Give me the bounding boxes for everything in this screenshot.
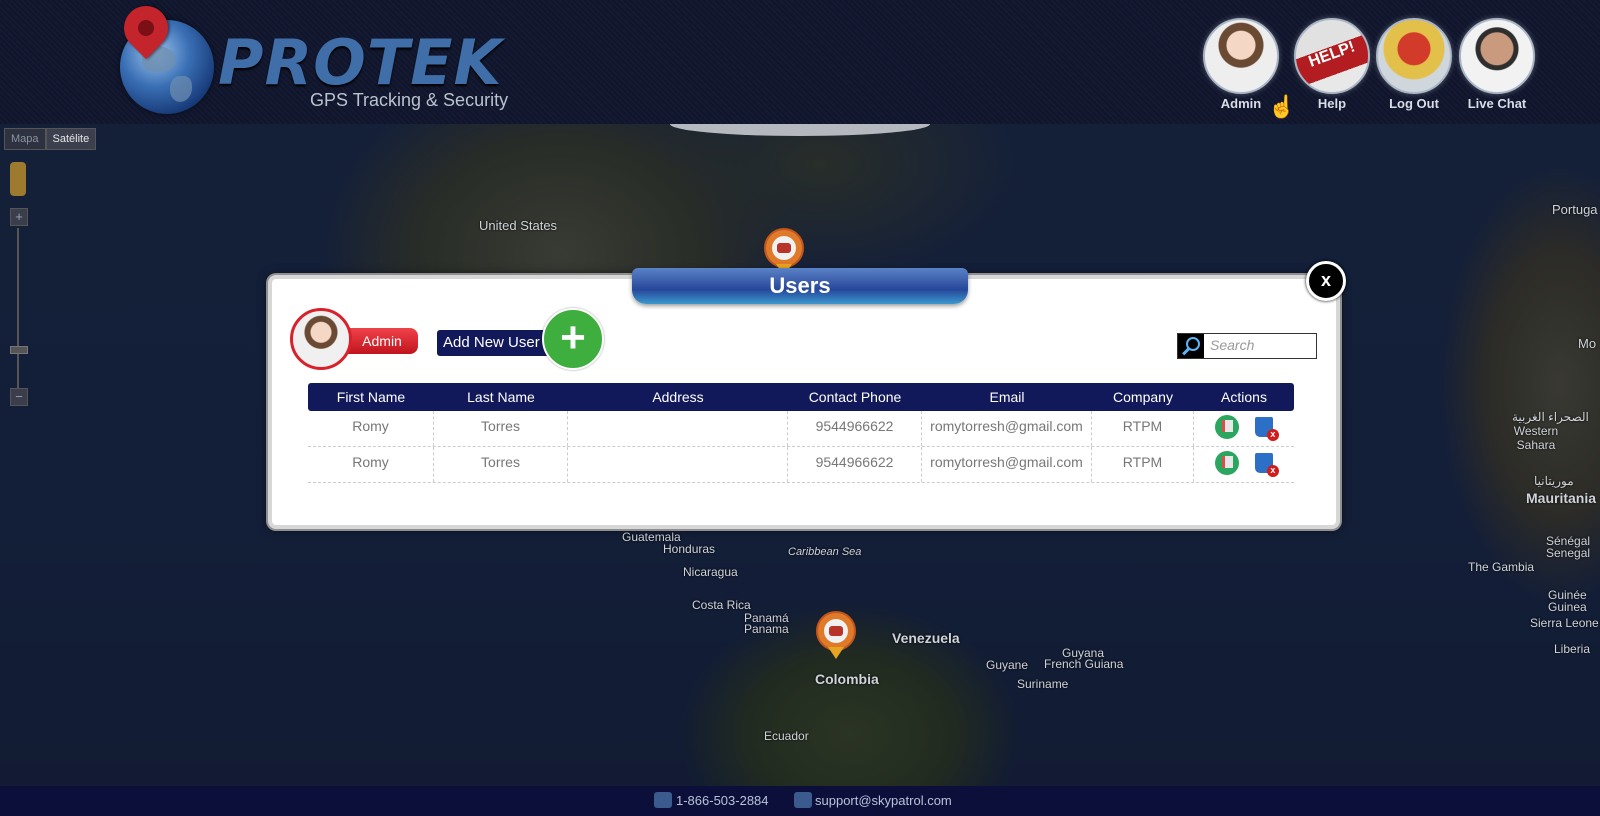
map-label: Mauritania	[1526, 490, 1597, 506]
cell-phone: 9544966622	[788, 411, 922, 446]
table-header: First Name Last Name Address Contact Pho…	[308, 383, 1294, 411]
admin-avatar	[290, 308, 352, 370]
cell-address	[568, 447, 788, 482]
phone-icon	[654, 792, 672, 808]
nav-help[interactable]: HELP! Help	[1294, 18, 1370, 111]
column-header-contact-phone[interactable]: Contact Phone	[788, 383, 922, 411]
map-label: Guyane	[986, 658, 1029, 672]
search-input[interactable]	[1206, 334, 1312, 356]
support-agent-icon[interactable]	[1459, 18, 1535, 94]
cell-phone: 9544966622	[788, 447, 922, 482]
nav-live-chat[interactable]: Live Chat	[1459, 18, 1535, 111]
pegman-icon[interactable]	[10, 162, 26, 196]
column-header-last-name[interactable]: Last Name	[434, 383, 568, 411]
zoom-slider-track[interactable]	[17, 228, 19, 390]
map-label: Caribbean Sea	[788, 546, 862, 558]
mail-icon	[794, 792, 812, 808]
cell-actions	[1194, 411, 1294, 446]
support-phone[interactable]: 1-866-503-2884	[676, 793, 769, 808]
map-label: United States	[479, 218, 558, 233]
nav-help-label: Help	[1317, 96, 1347, 111]
current-role-badge: Admin	[346, 328, 418, 354]
map-label: Liberia	[1554, 642, 1591, 656]
map-label: Western Sahara	[1513, 424, 1559, 452]
modal-title: Users	[632, 268, 968, 304]
column-header-first-name[interactable]: First Name	[308, 383, 434, 411]
map-type-control[interactable]: Mapa Satélite	[4, 128, 97, 150]
map-label: Venezuela	[892, 630, 960, 646]
map-label: Portuga	[1552, 202, 1598, 217]
table-row[interactable]: Romy Torres 9544966622 romytorresh@gmail…	[308, 447, 1294, 483]
cell-last-name: Torres	[434, 411, 568, 446]
search-box[interactable]	[1177, 333, 1317, 359]
map-type-satelite[interactable]: Satélite	[45, 128, 97, 150]
map-label: The Gambia	[1468, 560, 1535, 574]
support-email-link[interactable]: support@skypatrol.com	[815, 793, 952, 808]
brand-tagline: GPS Tracking & Security	[310, 90, 509, 110]
app-header: PROTEK GPS Tracking & Security Admin HEL…	[0, 0, 1600, 124]
column-header-actions: Actions	[1221, 389, 1267, 405]
plus-icon[interactable]: +	[542, 308, 604, 370]
map-label: Ecuador	[764, 729, 809, 743]
map-label: Suriname	[1017, 677, 1069, 691]
nav-logout-label: Log Out	[1389, 96, 1439, 111]
cell-first-name: Romy	[308, 411, 434, 446]
map-label-arabic: موريتانيا	[1534, 474, 1574, 488]
zoom-out-button[interactable]: −	[10, 388, 28, 406]
zoom-in-button[interactable]: +	[10, 208, 28, 226]
column-header-email[interactable]: Email	[922, 383, 1092, 411]
nav-live-chat-label: Live Chat	[1467, 96, 1527, 111]
app-footer: 1-866-503-2884 support@skypatrol.com	[0, 786, 1600, 816]
help-sign-text: HELP!	[1306, 38, 1358, 71]
cell-email: romytorresh@gmail.com	[922, 411, 1092, 446]
map-label: French Guiana	[1044, 657, 1124, 671]
cell-last-name: Torres	[434, 447, 568, 482]
vehicle-marker-icon[interactable]	[764, 228, 804, 276]
map-label: Senegal	[1546, 546, 1591, 560]
nav-logout[interactable]: Log Out	[1376, 18, 1452, 111]
map-type-mapa[interactable]: Mapa	[4, 128, 46, 150]
zoom-slider-handle[interactable]	[10, 346, 28, 354]
column-header-address[interactable]: Address	[568, 383, 788, 411]
cell-first-name: Romy	[308, 447, 434, 482]
hand-cursor-icon: ☝	[1268, 94, 1296, 119]
search-icon[interactable]	[1178, 334, 1204, 358]
edit-user-icon[interactable]	[1215, 415, 1240, 440]
map-label-arabic: الصحراء الغربية	[1512, 410, 1589, 424]
close-modal-button[interactable]: x	[1306, 261, 1346, 301]
map-label: Costa Rica	[692, 598, 751, 612]
map-label: Mo	[1578, 336, 1597, 351]
map-label: Panama	[744, 622, 789, 636]
cell-actions	[1194, 447, 1294, 482]
help-sign-icon[interactable]: HELP!	[1294, 18, 1370, 94]
edit-user-icon[interactable]	[1215, 451, 1240, 476]
cell-company: RTPM	[1092, 447, 1194, 482]
map-label: Nicaragua	[683, 565, 738, 579]
vehicle-marker-icon[interactable]	[816, 611, 856, 659]
cell-company: RTPM	[1092, 411, 1194, 446]
column-header-company[interactable]: Company	[1092, 383, 1194, 411]
brand-name: PROTEK	[218, 26, 503, 99]
map-label: Sierra Leone	[1530, 616, 1599, 630]
map-label: Guinea	[1548, 600, 1587, 614]
users-table: First Name Last Name Address Contact Pho…	[308, 383, 1294, 483]
cell-address	[568, 411, 788, 446]
cell-email: romytorresh@gmail.com	[922, 447, 1092, 482]
delete-user-icon[interactable]	[1254, 417, 1279, 442]
locked-house-icon[interactable]	[1376, 18, 1452, 94]
delete-user-icon[interactable]	[1254, 453, 1279, 478]
map-label: Colombia	[815, 671, 879, 687]
map-label: Honduras	[663, 542, 716, 556]
admin-avatar-icon[interactable]	[1203, 18, 1279, 94]
table-row[interactable]: Romy Torres 9544966622 romytorresh@gmail…	[308, 411, 1294, 447]
